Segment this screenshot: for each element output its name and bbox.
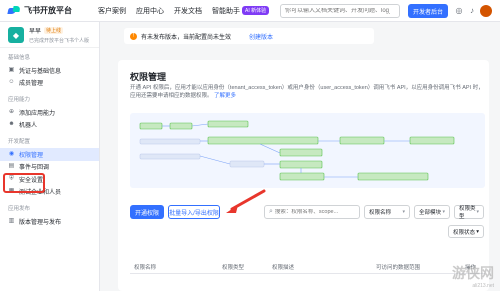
column-header-data-scope: 可访问的数据范围 xyxy=(376,265,421,271)
sidebar-item-label: 机器人 xyxy=(19,123,38,130)
column-header-name: 权限名称 xyxy=(134,265,157,271)
warning-icon: ! xyxy=(130,32,137,40)
search-icon: ⌕ xyxy=(269,208,273,215)
ai-badge: AI 新体验 xyxy=(242,6,270,16)
permission-icon: ◉ xyxy=(8,150,15,157)
developer-console-button[interactable]: 开发者后台 xyxy=(408,4,448,18)
permission-search-input[interactable] xyxy=(274,209,355,215)
top-search-input[interactable] xyxy=(285,8,390,14)
permission-status-select[interactable]: 权限状态 ▾ xyxy=(448,225,484,238)
enable-permission-button[interactable]: 开通权限 xyxy=(130,205,164,219)
sidebar-section-capability: 应用能力 xyxy=(8,97,31,103)
panel-description-text: 开通 API 权限后，应用才能以应用身份（tenant_access_token… xyxy=(130,85,484,99)
sidebar-item-version[interactable]: ▥ 版本管理与发布 xyxy=(0,215,99,228)
sidebar-section-basic: 基础信息 xyxy=(8,55,31,61)
permission-search-box[interactable]: ⌕ xyxy=(264,205,360,219)
sidebar-item-label: 权限管理 xyxy=(19,152,44,159)
sidebar-section-dev-config: 开发配置 xyxy=(8,139,31,145)
nav-item-cases[interactable]: 客户案例 xyxy=(98,6,126,16)
permission-type-select[interactable]: 权限类型 ▾ xyxy=(454,205,484,220)
watermark-logo: 游侠网 xyxy=(452,266,494,282)
nav-item-app-center[interactable]: 应用中心 xyxy=(136,6,164,16)
sidebar-item-robot[interactable]: ☻ 机器人 xyxy=(0,119,99,132)
sidebar-item-permissions[interactable]: ◉ 权限管理 xyxy=(0,148,99,161)
page-title: 权限管理 xyxy=(130,72,167,82)
chevron-down-icon: ▾ xyxy=(476,228,479,235)
chevron-down-icon: ▾ xyxy=(442,209,445,215)
sidebar-item-label: 事件与回调 xyxy=(19,165,50,172)
column-header-description: 权限描述 xyxy=(272,265,295,271)
credential-icon: ▣ xyxy=(8,66,15,73)
module-select-value: 全部模块 xyxy=(419,210,442,216)
top-navigation-bar: 飞书开放平台 客户案例 应用中心 开发文档 智能助手AI 新体验 开发者后台 ◎… xyxy=(0,0,500,22)
sidebar-item-label: 添加应用能力 xyxy=(19,110,56,117)
sidebar-section-publish: 应用发布 xyxy=(8,206,31,212)
add-capability-icon: ⊕ xyxy=(8,108,15,115)
permission-type-select-value: 权限类型 xyxy=(459,206,476,220)
sidebar-item-label: 版本管理与发布 xyxy=(19,219,62,226)
app-card[interactable]: ◆ 早早 待上线 已完成开放平台飞书个人版 xyxy=(0,22,99,48)
chevron-down-icon: ▾ xyxy=(476,209,479,215)
unpublished-notice: ! 有未发布版本，当前配置尚未生效 创建版本 xyxy=(124,28,374,44)
app-description: 已完成开放平台飞书个人版 xyxy=(29,38,90,44)
event-icon: ▤ xyxy=(8,163,15,170)
notification-icon[interactable]: ♪ xyxy=(467,6,477,16)
sidebar-item-label: 成员管理 xyxy=(19,81,44,88)
feishu-logo-icon xyxy=(8,6,20,16)
nav-item-assistant[interactable]: 智能助手 AI 新体验 xyxy=(212,6,270,16)
app-icon: ◆ xyxy=(8,27,24,43)
permission-name-select[interactable]: 权限名称 ▾ xyxy=(364,205,410,219)
sidebar-item-members[interactable]: ☺ 成员管理 xyxy=(0,77,99,90)
permissions-highlight-annotation xyxy=(3,173,45,193)
sidebar-item-label: 凭证与基础信息 xyxy=(19,68,62,75)
notice-text: 有未发布版本，当前配置尚未生效 xyxy=(141,34,232,41)
column-header-type: 权限类型 xyxy=(222,265,245,271)
top-search-box[interactable] xyxy=(280,4,400,18)
sidebar-item-add-capability[interactable]: ⊕ 添加应用能力 xyxy=(0,106,99,119)
nav-item-assistant-label: 智能助手 xyxy=(212,7,240,15)
user-avatar[interactable] xyxy=(480,5,492,17)
sidebar-item-credentials[interactable]: ▣ 凭证与基础信息 xyxy=(0,64,99,77)
flow-diagram-graphic xyxy=(139,120,455,181)
create-version-link[interactable]: 创建版本 xyxy=(249,32,273,41)
robot-icon: ☻ xyxy=(8,121,15,128)
language-icon[interactable]: ◎ xyxy=(454,6,464,16)
batch-import-export-button[interactable]: 批量导入/导出权限 xyxy=(168,205,220,219)
members-icon: ☺ xyxy=(8,79,15,86)
permission-status-select-value: 权限状态 xyxy=(453,229,476,236)
nav-item-docs[interactable]: 开发文档 xyxy=(174,6,202,16)
red-arrow-annotation xyxy=(226,189,266,213)
sidebar-item-events[interactable]: ▤ 事件与回调 xyxy=(0,161,99,174)
permissions-panel: 权限管理 开通 API 权限后，应用才能以应用身份（tenant_access_… xyxy=(118,60,489,291)
app-status-badge: 待上线 xyxy=(44,27,64,34)
permission-flow-diagram xyxy=(130,113,485,188)
top-nav: 客户案例 应用中心 开发文档 智能助手 AI 新体验 xyxy=(98,6,270,16)
panel-description: 开通 API 权限后，应用才能以应用身份（tenant_access_token… xyxy=(130,84,485,100)
logo[interactable]: 飞书开放平台 xyxy=(8,5,72,16)
sidebar: ◆ 早早 待上线 已完成开放平台飞书个人版 基础信息 ▣ 凭证与基础信息 ☺ 成… xyxy=(0,22,100,291)
permissions-toolbar: 开通权限 批量导入/导出权限 ⌕ 权限名称▾ 全部模块▾ 权限类型▾ 权限状态▾ xyxy=(130,189,485,238)
app-name: 早早 xyxy=(29,29,42,35)
permission-name-select-value: 权限名称 xyxy=(369,210,392,216)
module-select[interactable]: 全部模块 ▾ xyxy=(414,205,450,219)
watermark-url: ali213.net xyxy=(472,283,494,289)
logo-text: 飞书开放平台 xyxy=(24,6,72,15)
main-content: ! 有未发布版本，当前配置尚未生效 创建版本 权限管理 开通 API 权限后，应… xyxy=(100,22,500,291)
permissions-table-header: 权限名称 权限类型 权限描述 可访问的数据范围 操作 xyxy=(130,260,485,274)
learn-more-link[interactable]: 了解更多 xyxy=(214,93,236,99)
version-icon: ▥ xyxy=(8,217,15,224)
chevron-down-icon: ▾ xyxy=(402,209,405,215)
